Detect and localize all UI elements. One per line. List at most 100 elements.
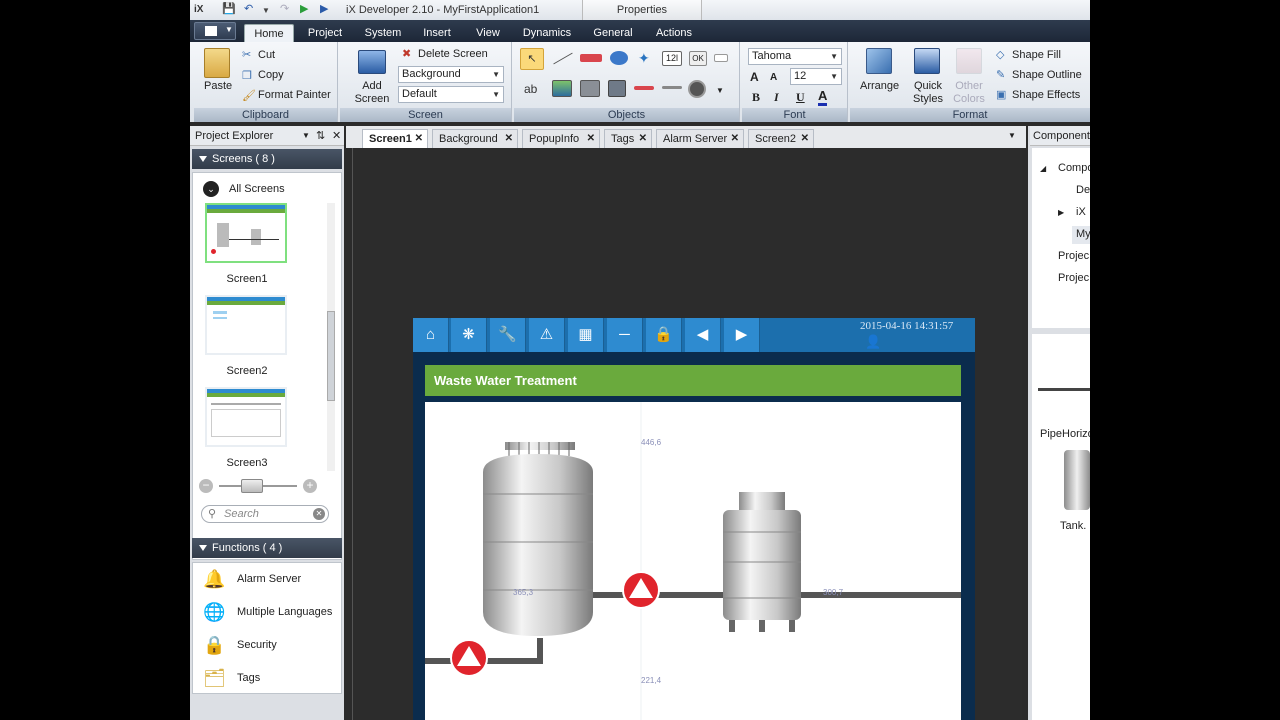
doc-tab-screen2[interactable]: Screen2 ✕ <box>748 129 814 148</box>
collapse-all-icon[interactable]: ⌄ <box>203 181 219 197</box>
cut-button[interactable]: Cut <box>258 49 275 61</box>
font-size-select[interactable]: 12 ▼ <box>790 68 842 85</box>
picture-icon[interactable] <box>552 80 572 97</box>
slider-icon[interactable] <box>634 86 654 90</box>
underline-button[interactable]: U <box>796 90 805 105</box>
tab-insert[interactable]: Insert <box>414 24 460 42</box>
add-screen-button[interactable]: Add Screen <box>350 80 394 106</box>
functions-section-header[interactable]: Functions ( 4 ) <box>192 538 342 558</box>
rectangle-icon[interactable] <box>580 54 602 62</box>
screens-scrollbar[interactable] <box>327 203 335 471</box>
tab-actions[interactable]: Actions <box>650 24 698 42</box>
panel-menu-icon[interactable]: ▼ <box>302 126 310 146</box>
screen-thumbnail-2[interactable] <box>205 295 287 355</box>
close-icon[interactable]: ✕ <box>505 130 513 148</box>
ellipse-icon[interactable] <box>610 51 628 65</box>
bold-button[interactable]: B <box>752 90 760 105</box>
undo-icon[interactable]: ↶ <box>244 2 253 15</box>
button-object-icon[interactable]: OK <box>689 51 707 66</box>
zoom-slider-thumb[interactable] <box>241 479 263 493</box>
doc-tab-tags[interactable]: Tags ✕ <box>604 129 652 148</box>
arrange-icon[interactable] <box>866 48 892 74</box>
undo-dropdown-icon[interactable]: ▼ <box>262 6 270 15</box>
tree-item[interactable]: De <box>1076 184 1090 196</box>
close-icon[interactable]: ✕ <box>801 130 809 148</box>
font-color-button[interactable]: A <box>818 88 828 106</box>
delete-screen-button[interactable]: Delete Screen <box>418 48 488 60</box>
text-object-icon[interactable]: ab <box>524 82 537 96</box>
function-item-tags[interactable]: 🗂 Tags <box>203 666 333 690</box>
shape-effects-button[interactable]: Shape Effects <box>1012 89 1080 101</box>
zoom-in-icon[interactable]: + <box>303 479 317 493</box>
tree-item[interactable]: Projec <box>1058 272 1089 284</box>
pump-indicator-inlet[interactable] <box>450 639 488 677</box>
paste-icon[interactable] <box>204 48 230 78</box>
polyline-icon[interactable]: ✦ <box>638 50 650 67</box>
tree-expand-icon[interactable]: ▶ <box>1058 208 1064 217</box>
font-name-select[interactable]: Tahoma ▼ <box>748 48 842 65</box>
function-item-security[interactable]: 🔒 Security <box>203 633 333 657</box>
tab-dynamics[interactable]: Dynamics <box>518 24 576 42</box>
doc-tab-background[interactable]: Background ✕ <box>432 129 518 148</box>
lock-icon[interactable]: 🔒 <box>646 318 682 352</box>
media-player-icon[interactable] <box>580 80 600 97</box>
screen-thumbnail-3[interactable] <box>205 387 287 447</box>
close-icon[interactable]: ✕ <box>415 130 423 148</box>
tree-item[interactable]: iX <box>1076 206 1086 218</box>
tab-general[interactable]: General <box>588 24 638 42</box>
screen-thumbnail-1[interactable] <box>205 203 287 263</box>
wrench-icon[interactable]: 🔧 <box>490 318 526 352</box>
meter-icon[interactable] <box>688 80 706 98</box>
line-icon[interactable] <box>553 52 573 65</box>
function-item-alarm-server[interactable]: 🔔 Alarm Server <box>203 567 333 591</box>
file-menu-button[interactable]: ▼ <box>194 22 236 40</box>
back-arrow-icon[interactable]: ◀ <box>685 318 721 352</box>
numeric-field-icon[interactable]: 12l <box>662 51 682 66</box>
forward-arrow-icon[interactable]: ▶ <box>724 318 760 352</box>
pipe-horizontal-preview[interactable] <box>1038 388 1090 391</box>
format-painter-button[interactable]: Format Painter <box>258 89 331 101</box>
user-icon[interactable]: 👤 <box>865 334 881 350</box>
close-icon[interactable]: ✕ <box>731 130 739 148</box>
run-icon[interactable]: ▶ <box>300 2 308 15</box>
tree-item-selected[interactable]: My <box>1072 226 1090 244</box>
doc-tab-alarm-server[interactable]: Alarm Server ✕ <box>656 129 744 148</box>
key-icon[interactable]: ─ <box>607 318 643 352</box>
library-item-label[interactable]: PipeHorizo <box>1040 428 1090 440</box>
pump-indicator-main[interactable] <box>622 571 660 609</box>
simulate-icon[interactable]: ▶ <box>320 2 328 15</box>
more-objects-icon[interactable]: ▼ <box>716 86 724 95</box>
zoom-out-icon[interactable]: − <box>199 479 213 493</box>
tab-project[interactable]: Project <box>300 24 350 42</box>
all-screens-label[interactable]: All Screens <box>229 183 285 195</box>
symbol-icon[interactable] <box>608 80 626 97</box>
quick-styles-button[interactable]: Quick Styles <box>908 80 948 106</box>
tree-item[interactable]: Compo <box>1058 162 1090 174</box>
large-tank[interactable] <box>483 442 593 636</box>
close-icon[interactable]: ✕ <box>587 130 595 148</box>
italic-button[interactable]: I <box>774 90 779 105</box>
quick-styles-icon[interactable] <box>914 48 940 74</box>
search-input[interactable]: ⚲ Search ✕ <box>201 505 329 523</box>
context-tab-properties[interactable]: Properties <box>582 0 702 20</box>
arrange-button[interactable]: Arrange <box>860 80 899 92</box>
add-screen-icon[interactable] <box>358 50 386 74</box>
pin-icon[interactable]: ⇅ <box>316 126 325 146</box>
close-icon[interactable]: ✕ <box>332 126 341 146</box>
copy-button[interactable]: Copy <box>258 69 284 81</box>
save-icon[interactable]: 💾 <box>222 2 236 15</box>
alarm-icon[interactable]: ⚠ <box>529 318 565 352</box>
shape-fill-button[interactable]: Shape Fill <box>1012 49 1061 61</box>
background-select[interactable]: Background ▼ <box>398 66 504 83</box>
clear-search-icon[interactable]: ✕ <box>313 508 325 520</box>
shrink-font-icon[interactable]: A <box>770 72 777 83</box>
default-select[interactable]: Default ▼ <box>398 86 504 103</box>
shape-outline-button[interactable]: Shape Outline <box>1012 69 1082 81</box>
tree-item[interactable]: Projec <box>1058 250 1089 262</box>
paste-button[interactable]: Paste <box>204 80 232 92</box>
doc-tab-popupinfo[interactable]: PopupInfo ✕ <box>522 129 600 148</box>
trend-icon[interactable] <box>662 86 682 89</box>
tab-system[interactable]: System <box>358 24 408 42</box>
fan-icon[interactable]: ❋ <box>451 318 487 352</box>
grow-font-icon[interactable]: A <box>750 70 759 84</box>
